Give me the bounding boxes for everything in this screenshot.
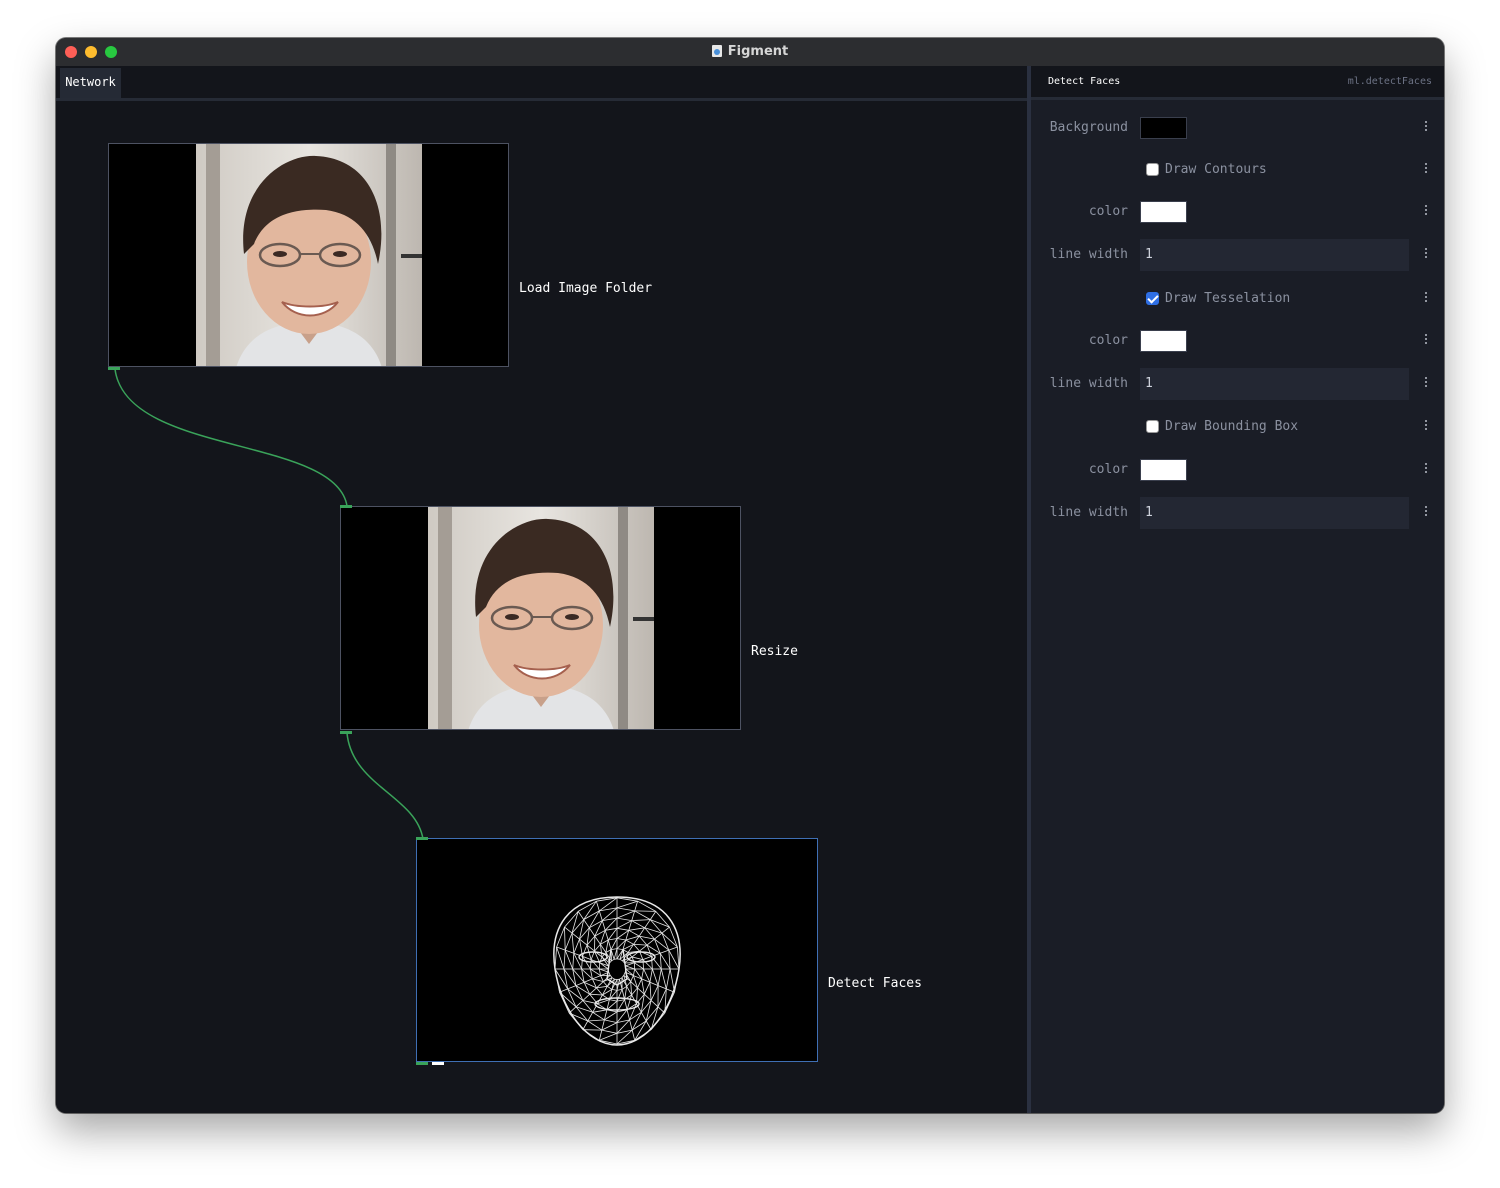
- title-bar: Figment: [56, 38, 1444, 67]
- connection-load-to-resize: [114, 368, 348, 507]
- param-label: Background: [1049, 120, 1128, 135]
- param-menu-icon[interactable]: [1424, 161, 1428, 179]
- node-label-load-image-folder[interactable]: Load Image Folder: [519, 281, 652, 296]
- color-swatch[interactable]: [1140, 201, 1187, 223]
- node-label-resize[interactable]: Resize: [751, 644, 798, 659]
- network-pane[interactable]: Network Load Image Folder Resize Detect …: [56, 66, 1027, 1113]
- param-checkbox-label[interactable]: Draw Tesselation: [1165, 291, 1290, 306]
- param-checkbox[interactable]: [1146, 420, 1159, 433]
- param-row: Draw Tesselation: [1031, 282, 1444, 316]
- param-label: color: [1088, 204, 1128, 219]
- param-menu-icon[interactable]: [1424, 332, 1428, 350]
- param-row: color: [1031, 195, 1444, 229]
- param-checkbox-label[interactable]: Draw Contours: [1165, 162, 1267, 177]
- param-row: line width 1: [1031, 238, 1444, 272]
- param-row: color: [1031, 453, 1444, 487]
- selected-node-type: ml.detectFaces: [1347, 76, 1432, 87]
- param-label: color: [1088, 462, 1128, 477]
- output-port-detect-faces-selected[interactable]: [432, 1062, 444, 1065]
- param-label: line width: [1049, 505, 1128, 520]
- parameter-pane-header: Detect Faces ml.detectFaces: [1031, 66, 1444, 100]
- face-photo-thumbnail: [428, 507, 654, 729]
- node-preview-detect-faces[interactable]: [416, 838, 818, 1062]
- face-mesh-preview: [553, 896, 681, 1046]
- param-menu-icon[interactable]: [1424, 246, 1428, 264]
- param-menu-icon[interactable]: [1424, 203, 1428, 221]
- face-photo-thumbnail: [196, 144, 422, 366]
- param-label: line width: [1049, 376, 1128, 391]
- document-icon: [711, 45, 722, 57]
- param-row: Draw Bounding Box: [1031, 410, 1444, 444]
- line-width-field[interactable]: 1: [1140, 497, 1409, 529]
- output-port-detect-faces[interactable]: [416, 1062, 428, 1065]
- param-checkbox-label[interactable]: Draw Bounding Box: [1165, 419, 1298, 434]
- param-row: Background: [1031, 111, 1444, 145]
- line-width-field[interactable]: 1: [1140, 239, 1409, 271]
- color-swatch[interactable]: [1140, 117, 1187, 139]
- window-title: Figment: [56, 38, 1444, 66]
- app-window: Figment Network Load Image Folder Resize…: [56, 38, 1444, 1113]
- param-row: line width 1: [1031, 367, 1444, 401]
- node-preview-load-image-folder[interactable]: [108, 143, 509, 367]
- param-label: line width: [1049, 247, 1128, 262]
- window-title-text: Figment: [727, 44, 789, 59]
- input-port-resize[interactable]: [340, 505, 352, 508]
- node-preview-resize[interactable]: [340, 506, 741, 730]
- param-menu-icon[interactable]: [1424, 418, 1428, 436]
- output-port-load-image-folder[interactable]: [108, 367, 120, 370]
- parameter-pane: Detect Faces ml.detectFaces Background Dr…: [1031, 66, 1444, 1113]
- param-checkbox[interactable]: [1146, 292, 1159, 305]
- param-checkbox[interactable]: [1146, 163, 1159, 176]
- param-row: line width 1: [1031, 496, 1444, 530]
- output-port-resize[interactable]: [340, 731, 352, 734]
- param-menu-icon[interactable]: [1424, 461, 1428, 479]
- selected-node-title: Detect Faces: [1048, 76, 1121, 87]
- param-menu-icon[interactable]: [1424, 375, 1428, 393]
- tab-network[interactable]: Network: [60, 68, 121, 98]
- param-menu-icon[interactable]: [1424, 290, 1428, 308]
- param-menu-icon[interactable]: [1424, 504, 1428, 522]
- param-menu-icon[interactable]: [1424, 119, 1428, 137]
- param-row: Draw Contours: [1031, 153, 1444, 187]
- color-swatch[interactable]: [1140, 330, 1187, 352]
- network-tab-bar: Network: [56, 66, 1027, 101]
- node-label-detect-faces[interactable]: Detect Faces: [828, 976, 922, 991]
- param-row: color: [1031, 324, 1444, 358]
- color-swatch[interactable]: [1140, 459, 1187, 481]
- line-width-field[interactable]: 1: [1140, 368, 1409, 400]
- input-port-detect-faces[interactable]: [416, 837, 428, 840]
- param-label: color: [1088, 333, 1128, 348]
- connection-resize-to-detect: [346, 732, 424, 840]
